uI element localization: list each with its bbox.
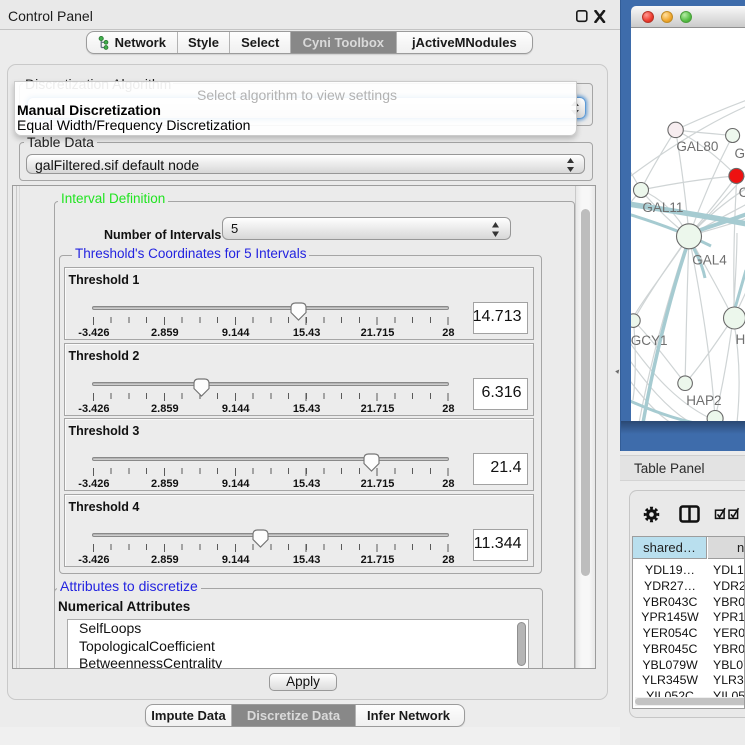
svg-text:H: H bbox=[736, 332, 745, 347]
svg-text:GCY1: GCY1 bbox=[631, 333, 667, 348]
svg-text:C: C bbox=[739, 185, 745, 200]
svg-text:GAL4: GAL4 bbox=[692, 253, 727, 268]
svg-text:GAL11: GAL11 bbox=[642, 200, 683, 215]
svg-text:HAP2: HAP2 bbox=[686, 393, 721, 408]
svg-text:GAL80: GAL80 bbox=[676, 139, 718, 154]
svg-text:GAL: GAL bbox=[735, 146, 745, 161]
